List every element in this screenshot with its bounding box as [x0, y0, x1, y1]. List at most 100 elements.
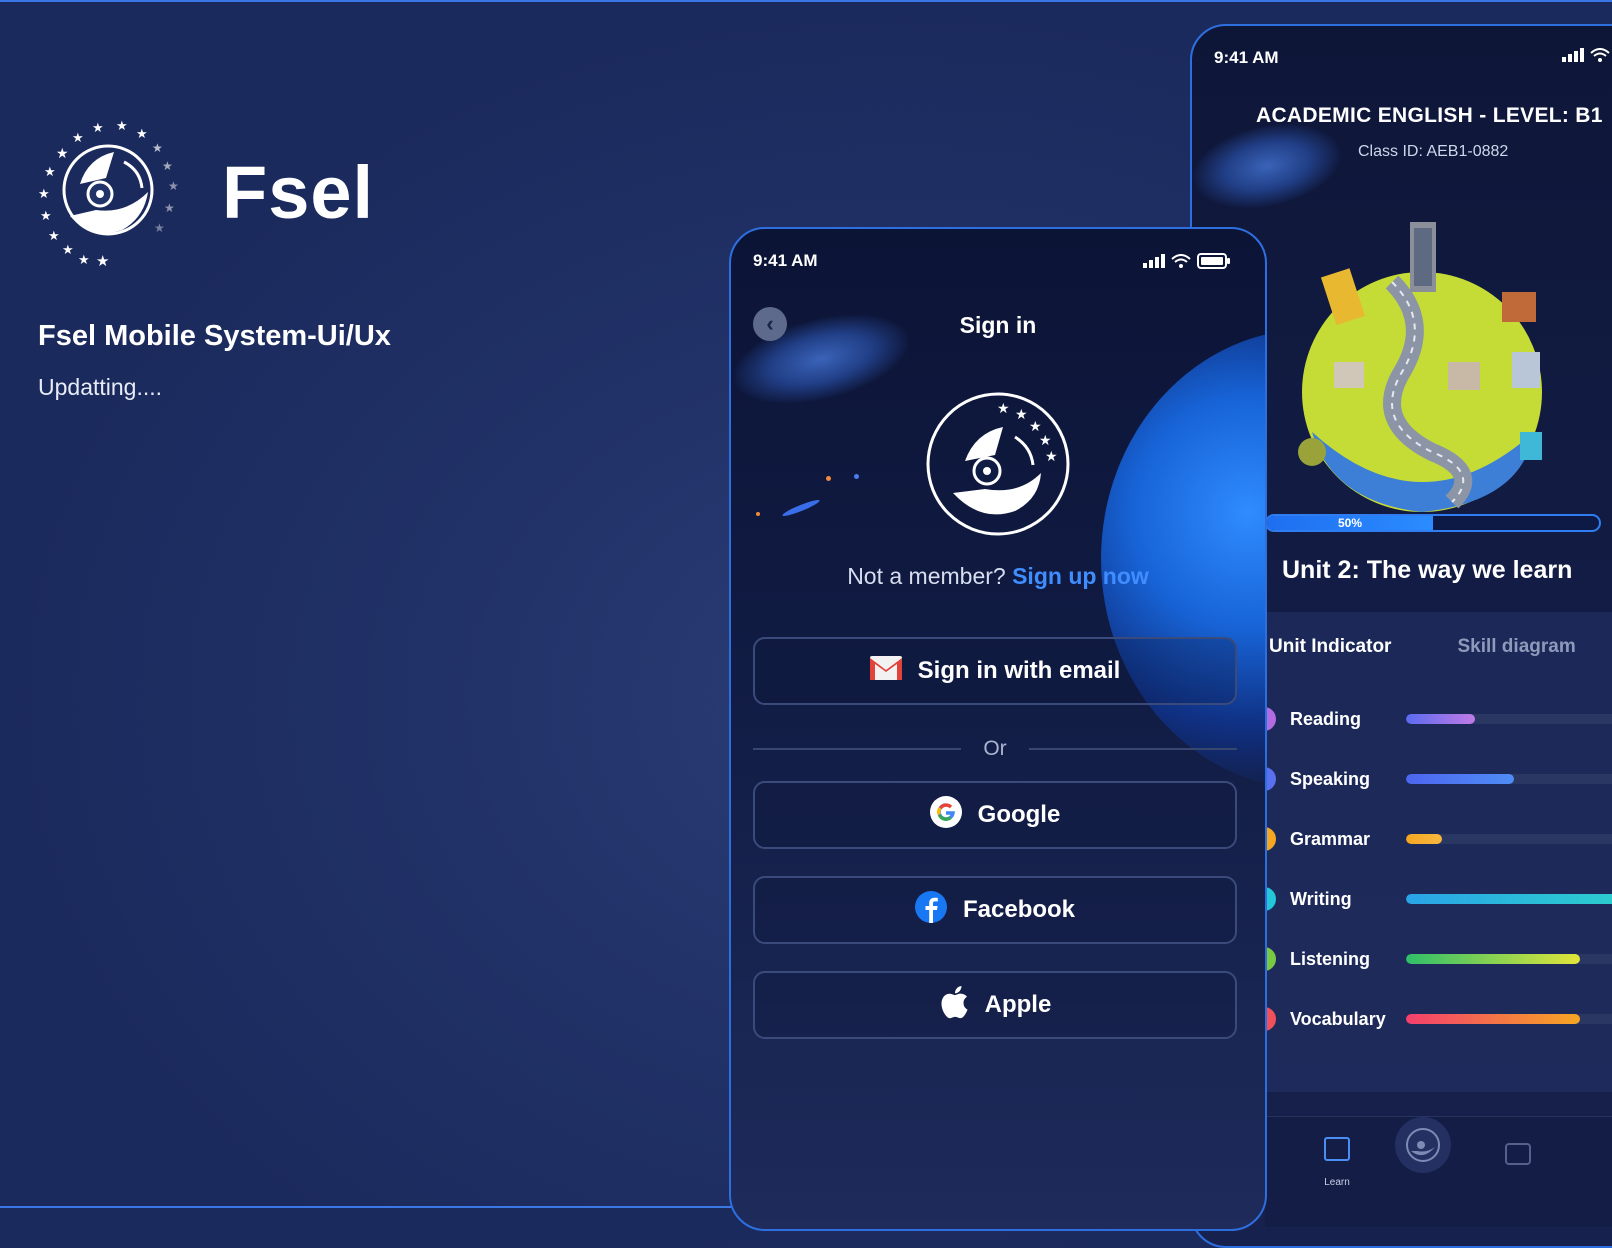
signin-email-label: Sign in with email [917, 657, 1121, 684]
svg-text:★: ★ [1015, 406, 1028, 422]
svg-text:★: ★ [72, 130, 84, 145]
skill-row: Reading [1262, 704, 1612, 734]
svg-text:★: ★ [164, 201, 175, 215]
unit-title: Unit 2: The way we learn [1282, 556, 1573, 584]
planet-illustration [1272, 202, 1572, 532]
facebook-icon [914, 890, 947, 930]
signal-icon [1562, 48, 1584, 67]
signin-apple-label: Apple [984, 991, 1052, 1018]
brand-subtitle: Fsel Mobile System-Ui/Ux [38, 320, 391, 352]
wifi-icon [1590, 48, 1610, 67]
svg-text:★: ★ [1045, 448, 1058, 464]
skill-bar [1406, 954, 1581, 964]
skill-label: Writing [1290, 888, 1352, 909]
signin-phone: 9:41 AM ‹ Sign in ★ ★ ★ ★ ★ Not a member? Si… [729, 227, 1267, 1231]
chat-icon[interactable] [1505, 1143, 1531, 1165]
planet-glow-decoration [1101, 329, 1265, 789]
skill-bar [1406, 894, 1612, 904]
skill-row: Listening [1262, 944, 1612, 974]
skill-track [1406, 834, 1612, 844]
star-dot [854, 474, 859, 479]
member-prompt-text: Not a member? [847, 563, 1006, 589]
svg-text:★: ★ [48, 228, 60, 243]
svg-text:★: ★ [92, 120, 104, 135]
skill-label: Speaking [1290, 768, 1371, 789]
svg-text:★: ★ [168, 179, 179, 193]
gmail-icon [869, 655, 902, 687]
skill-track [1406, 1014, 1612, 1024]
svg-text:★: ★ [154, 221, 165, 235]
signin-email-button[interactable]: Sign in with email [753, 637, 1237, 705]
fsel-logo-icon: ★ ★ ★ ★ ★ ★ ★ ★ ★ ★ ★ ★ ★ ★ ★ ★ ★ [36, 118, 184, 270]
svg-text:★: ★ [78, 252, 90, 266]
divider-line [1028, 748, 1238, 750]
skill-track [1406, 714, 1612, 724]
svg-text:★: ★ [62, 242, 74, 257]
status-icons [1562, 48, 1610, 67]
skill-bar [1406, 714, 1476, 724]
svg-text:★: ★ [56, 145, 69, 161]
skill-bar [1406, 774, 1514, 784]
signin-google-label: Google [977, 801, 1061, 828]
brand-status: Updatting.... [38, 374, 163, 400]
skill-label: Listening [1290, 948, 1370, 969]
divider-line [753, 748, 962, 750]
svg-text:★: ★ [116, 118, 128, 133]
status-time: 9:41 AM [753, 251, 818, 270]
stats-tabs: Unit Indicator Skill diagram [1265, 636, 1612, 658]
or-divider: Or [753, 737, 1238, 761]
svg-text:★: ★ [40, 208, 52, 223]
google-icon [929, 795, 962, 835]
svg-text:★: ★ [162, 159, 173, 173]
battery-icon [1197, 253, 1231, 274]
comet-decoration [781, 497, 821, 519]
status-time: 9:41 AM [1214, 48, 1279, 67]
signin-google-button[interactable]: Google [753, 781, 1237, 849]
unit-progress-bar: 50% [1265, 514, 1601, 532]
bottom-nav: Learn [1265, 1116, 1612, 1227]
skill-row: Vocabulary [1262, 1004, 1612, 1034]
skill-track [1406, 954, 1612, 964]
svg-text:★: ★ [96, 253, 109, 266]
skill-label: Vocabulary [1290, 1008, 1386, 1029]
skill-bar [1406, 1014, 1581, 1024]
wifi-icon [1171, 254, 1191, 273]
star-dot [756, 512, 760, 516]
signin-facebook-button[interactable]: Facebook [753, 876, 1237, 944]
signup-link[interactable]: Sign up now [1012, 563, 1149, 589]
svg-text:★: ★ [44, 164, 56, 179]
svg-text:★: ★ [1039, 432, 1052, 448]
status-icons [1143, 253, 1231, 274]
svg-text:★: ★ [997, 400, 1010, 416]
skill-row: Speaking [1262, 764, 1612, 794]
svg-text:★: ★ [136, 126, 148, 141]
class-id: Class ID: AEB1-0882 [1358, 143, 1509, 160]
top-accent-line [0, 0, 1612, 2]
course-title: ACADEMIC ENGLISH - LEVEL: B1 [1256, 104, 1603, 127]
skill-label: Grammar [1290, 828, 1371, 849]
brand-name: Fsel [222, 151, 375, 234]
star-dot [826, 476, 831, 481]
tab-unit-indicator[interactable]: Unit Indicator [1269, 636, 1391, 658]
book-icon [1324, 1137, 1350, 1161]
fsel-logo-icon: ★ ★ ★ ★ ★ [923, 389, 1073, 539]
skill-track [1406, 894, 1612, 904]
tab-skill-diagram[interactable]: Skill diagram [1457, 636, 1575, 658]
svg-text:★: ★ [38, 186, 50, 201]
or-label: Or [983, 737, 1007, 760]
signin-facebook-label: Facebook [962, 896, 1076, 923]
apple-icon [939, 985, 969, 1026]
skill-label: Reading [1290, 708, 1362, 729]
signin-apple-button[interactable]: Apple [753, 971, 1237, 1039]
fsel-mini-logo-icon [1406, 1128, 1440, 1162]
unit-progress-label: 50% [1337, 516, 1363, 530]
svg-text:★: ★ [152, 141, 163, 155]
signup-prompt: Not a member? Sign up now [731, 563, 1265, 590]
skill-track [1406, 774, 1612, 784]
unit-progress-fill: 50% [1267, 516, 1433, 530]
nav-learn[interactable]: Learn [1317, 1137, 1357, 1188]
page-title: Sign in [959, 312, 1037, 338]
skill-row: Writing [1262, 884, 1612, 914]
nav-learn-label: Learn [1324, 1177, 1350, 1188]
nav-home-button[interactable] [1395, 1117, 1451, 1173]
